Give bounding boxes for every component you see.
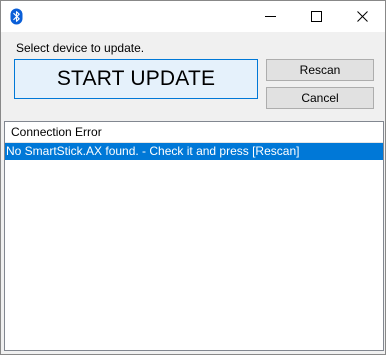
dialog-content: Select device to update. START UPDATE Re… <box>1 32 385 354</box>
close-icon <box>356 11 368 22</box>
title-bar[interactable] <box>1 1 385 32</box>
close-button[interactable] <box>339 1 385 32</box>
list-item-text: No SmartStick.AX found. - Check it and p… <box>6 144 300 158</box>
minimize-icon <box>264 11 276 22</box>
maximize-icon <box>310 11 322 22</box>
instruction-label: Select device to update. <box>16 41 145 55</box>
rescan-button[interactable]: Rescan <box>266 59 374 81</box>
column-header[interactable]: Connection Error <box>5 122 383 143</box>
list-item[interactable]: No SmartStick.AX found. - Check it and p… <box>5 143 383 160</box>
cancel-button[interactable]: Cancel <box>266 87 374 109</box>
minimize-button[interactable] <box>247 1 293 32</box>
bluetooth-icon <box>10 8 23 25</box>
maximize-button[interactable] <box>293 1 339 32</box>
column-header-label: Connection Error <box>11 125 102 139</box>
start-update-button[interactable]: START UPDATE <box>14 59 258 99</box>
update-dialog-window: Select device to update. START UPDATE Re… <box>0 0 386 355</box>
device-list[interactable]: Connection Error No SmartStick.AX found.… <box>4 121 384 351</box>
